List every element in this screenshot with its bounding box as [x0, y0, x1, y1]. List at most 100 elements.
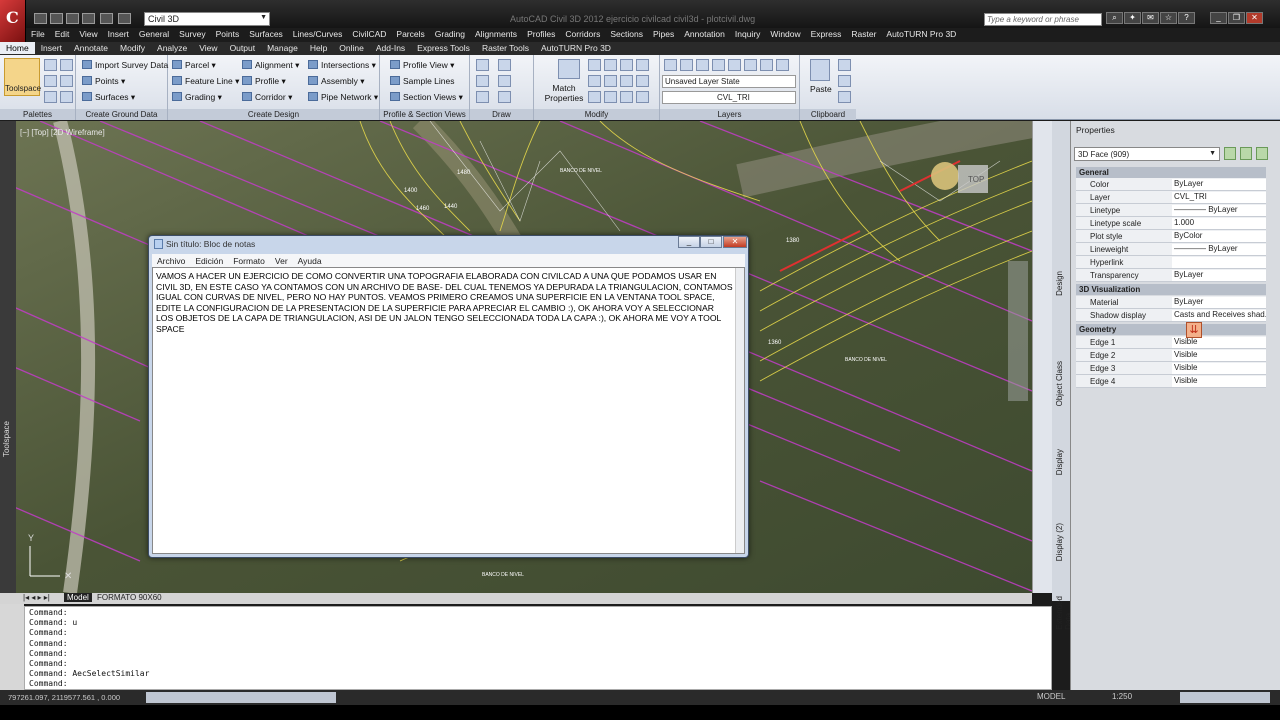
points-button[interactable]: Points ▾	[82, 76, 125, 87]
notepad-maximize-button[interactable]: □	[700, 236, 722, 248]
binoculars-icon[interactable]: ⌕	[1106, 12, 1123, 24]
panel-label[interactable]: Create Ground Data	[76, 109, 167, 120]
tab-analyze[interactable]: Analyze	[151, 42, 193, 54]
notepad-scrollbar[interactable]	[735, 268, 744, 553]
close-button[interactable]: ✕	[1246, 12, 1263, 24]
section-general[interactable]: General	[1076, 167, 1266, 178]
menu-item[interactable]: Annotation	[679, 28, 730, 40]
menu-item[interactable]: Edit	[50, 28, 75, 40]
save-icon[interactable]	[66, 13, 79, 24]
profile-button[interactable]: Profile ▾	[242, 76, 286, 87]
trim-icon[interactable]	[620, 59, 633, 71]
tab-home[interactable]: Home	[0, 42, 35, 54]
property-row[interactable]: Linetype scale 1.000	[1076, 217, 1266, 230]
tab-output[interactable]: Output	[224, 42, 262, 54]
line-icon[interactable]	[476, 59, 489, 71]
viewcube-icon[interactable]	[931, 162, 959, 190]
communication-icon[interactable]: ✉	[1142, 12, 1159, 24]
hatch-icon[interactable]	[498, 91, 511, 103]
corridor-button[interactable]: Corridor ▾	[242, 92, 292, 103]
polyline-icon[interactable]	[498, 59, 511, 71]
restore-button[interactable]: ❐	[1228, 12, 1245, 24]
notepad-menu-ver[interactable]: Ver	[270, 254, 293, 268]
navigation-bar[interactable]	[1008, 261, 1028, 401]
tab-model[interactable]: Model	[64, 593, 92, 602]
menu-item[interactable]: Pipes	[648, 28, 679, 40]
match-properties-button[interactable]: Match Properties	[544, 83, 584, 103]
arc-icon[interactable]	[476, 75, 489, 87]
print-icon[interactable]	[82, 13, 95, 24]
sample-lines-button[interactable]: Sample Lines	[390, 76, 455, 86]
status-tray-icons[interactable]	[1180, 692, 1270, 703]
new-icon[interactable]	[34, 13, 47, 24]
menu-item[interactable]: Surfaces	[244, 28, 288, 40]
expand-icon[interactable]: ⇊	[1186, 322, 1202, 338]
viewcube-top-label[interactable]: TOP	[968, 175, 984, 184]
menu-item[interactable]: CivilCAD	[347, 28, 391, 40]
panel-label[interactable]: Modify	[534, 109, 659, 120]
match-properties-icon[interactable]	[558, 59, 580, 79]
menu-item[interactable]: Insert	[103, 28, 134, 40]
menu-item[interactable]: Express	[806, 28, 847, 40]
workspace-dropdown[interactable]: Civil 3D ▼	[144, 12, 270, 26]
menu-item[interactable]: Points	[211, 28, 245, 40]
menu-item[interactable]: AutoTURN Pro 3D	[881, 28, 961, 40]
undo-icon[interactable]	[100, 13, 113, 24]
menu-item[interactable]: Profiles	[522, 28, 560, 40]
menu-item[interactable]: Inquiry	[730, 28, 766, 40]
tab-online[interactable]: Online	[333, 42, 370, 54]
quick-select-icon[interactable]	[1256, 147, 1268, 160]
layer-icon[interactable]	[728, 59, 741, 71]
tab-annotate[interactable]: Annotate	[68, 42, 114, 54]
tab-help[interactable]: Help	[304, 42, 333, 54]
search-input[interactable]: Type a keyword or phrase	[984, 13, 1102, 26]
tab-nav-icon[interactable]: |◂ ◂ ▸ ▸|	[20, 593, 53, 602]
scale-icon[interactable]	[620, 75, 633, 87]
notepad-text-area[interactable]: VAMOS A HACER UN EJERCICIO DE COMO CONVE…	[152, 267, 745, 554]
offset-icon[interactable]	[604, 75, 617, 87]
property-row[interactable]: Transparency ByLayer	[1076, 269, 1266, 282]
layer-icon[interactable]	[712, 59, 725, 71]
select-objects-icon[interactable]	[1240, 147, 1252, 160]
palette-icon[interactable]	[60, 75, 73, 87]
notepad-minimize-button[interactable]: _	[678, 236, 700, 248]
panel-label[interactable]: Draw	[470, 109, 533, 120]
open-icon[interactable]	[50, 13, 63, 24]
tab-display[interactable]: Display	[1055, 449, 1064, 475]
tab-view[interactable]: View	[193, 42, 223, 54]
parcel-button[interactable]: Parcel ▾	[172, 60, 216, 71]
property-row[interactable]: Edge 2 Visible	[1076, 349, 1266, 362]
copy-base-icon[interactable]	[838, 91, 851, 103]
notepad-menu-archivo[interactable]: Archivo	[152, 254, 190, 268]
layer-state-dropdown[interactable]: Unsaved Layer State	[662, 75, 796, 88]
menu-item[interactable]: Lines/Curves	[288, 28, 348, 40]
palette-icon[interactable]	[60, 91, 73, 103]
array-icon[interactable]	[636, 75, 649, 87]
layer-icon[interactable]	[680, 59, 693, 71]
property-row[interactable]: Hyperlink	[1076, 256, 1266, 269]
notepad-close-button[interactable]: ✕	[723, 236, 747, 248]
drafting-toggles[interactable]	[146, 692, 336, 703]
layer-icon[interactable]	[664, 59, 677, 71]
tab-insert[interactable]: Insert	[35, 42, 68, 54]
section-3d-visualization[interactable]: 3D Visualization	[1076, 284, 1266, 295]
palette-icon[interactable]	[60, 59, 73, 71]
object-type-dropdown[interactable]: 3D Face (909) ▼	[1074, 147, 1220, 161]
minimize-button[interactable]: _	[1210, 12, 1227, 24]
tab-modify[interactable]: Modify	[114, 42, 151, 54]
layer-icon[interactable]	[744, 59, 757, 71]
redo-icon[interactable]	[118, 13, 131, 24]
palette-icon[interactable]	[44, 59, 57, 71]
explode-icon[interactable]	[604, 91, 617, 103]
surfaces-button[interactable]: Surfaces ▾	[82, 92, 135, 103]
menu-item[interactable]: Raster	[846, 28, 881, 40]
paste-icon[interactable]	[810, 59, 830, 81]
notepad-content[interactable]: VAMOS A HACER UN EJERCICIO DE COMO CONVE…	[156, 271, 733, 335]
intersections-button[interactable]: Intersections ▾	[308, 60, 376, 71]
toggle-pickadd-icon[interactable]	[1224, 147, 1236, 160]
tab-addins[interactable]: Add-Ins	[370, 42, 411, 54]
annotation-scale[interactable]: 1:250	[1112, 692, 1132, 701]
panel-label[interactable]: Palettes	[0, 109, 75, 120]
panel-label[interactable]: Clipboard	[800, 109, 856, 120]
notepad-menu-edicion[interactable]: Edición	[190, 254, 228, 268]
